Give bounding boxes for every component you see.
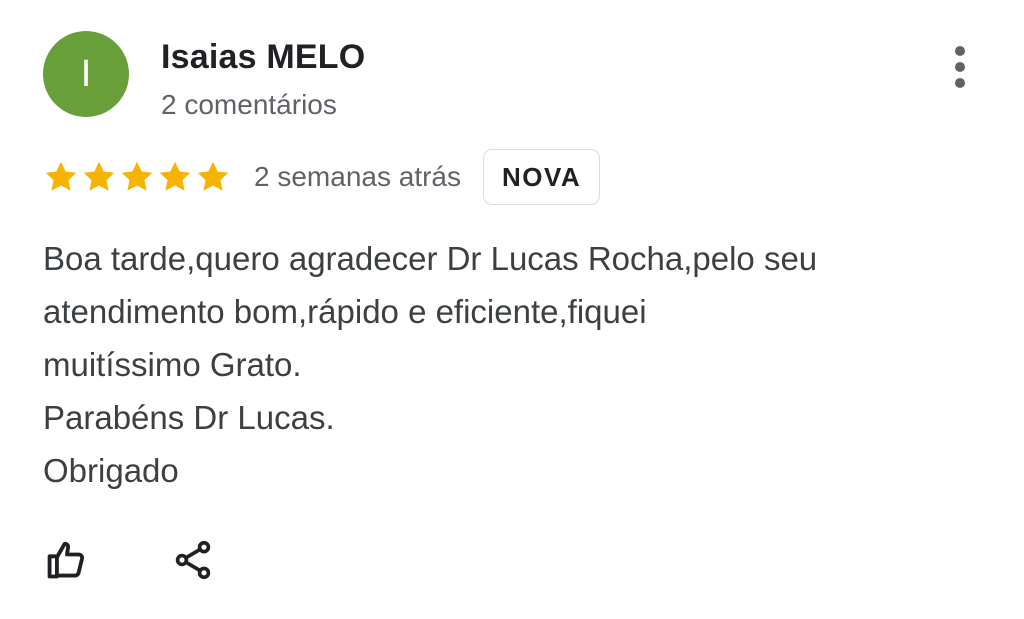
star-icon xyxy=(45,161,77,191)
more-vertical-icon xyxy=(955,46,965,56)
star-icon xyxy=(197,161,229,191)
star-rating xyxy=(43,159,231,195)
like-button[interactable] xyxy=(43,536,91,584)
thumbs-up-icon xyxy=(47,541,85,579)
review-text-line: Obrigado xyxy=(43,452,179,489)
review-text-line: Parabéns Dr Lucas. xyxy=(43,399,335,436)
share-button[interactable] xyxy=(169,536,217,584)
author-review-count: 2 comentários xyxy=(161,89,337,120)
more-options-button[interactable] xyxy=(936,40,984,94)
review-text-line: muitíssimo Grato. xyxy=(43,346,302,383)
review-actions xyxy=(43,536,217,584)
avatar-initial: I xyxy=(80,52,92,95)
review-text-line: Boa tarde,quero agradecer Dr Lucas Rocha… xyxy=(43,240,818,277)
more-vertical-icon-dot xyxy=(955,62,965,72)
more-vertical-icon-dot xyxy=(955,78,965,88)
review-text: Boa tarde,quero agradecer Dr Lucas Rocha… xyxy=(43,232,983,497)
author-name[interactable]: Isaias MELO xyxy=(161,38,365,77)
star-icon xyxy=(121,161,153,191)
avatar[interactable]: I xyxy=(43,31,129,117)
rating-row: 2 semanas atrás NOVA xyxy=(43,148,601,206)
star-icon xyxy=(83,161,115,191)
review-card: I Isaias MELO 2 comentários 2 semanas at… xyxy=(0,0,1024,619)
new-badge: NOVA xyxy=(483,149,601,205)
star-icon xyxy=(159,161,191,191)
share-icon xyxy=(175,540,211,580)
review-date: 2 semanas atrás xyxy=(254,161,461,192)
review-text-line: atendimento bom,rápido e eficiente,fique… xyxy=(43,293,647,330)
